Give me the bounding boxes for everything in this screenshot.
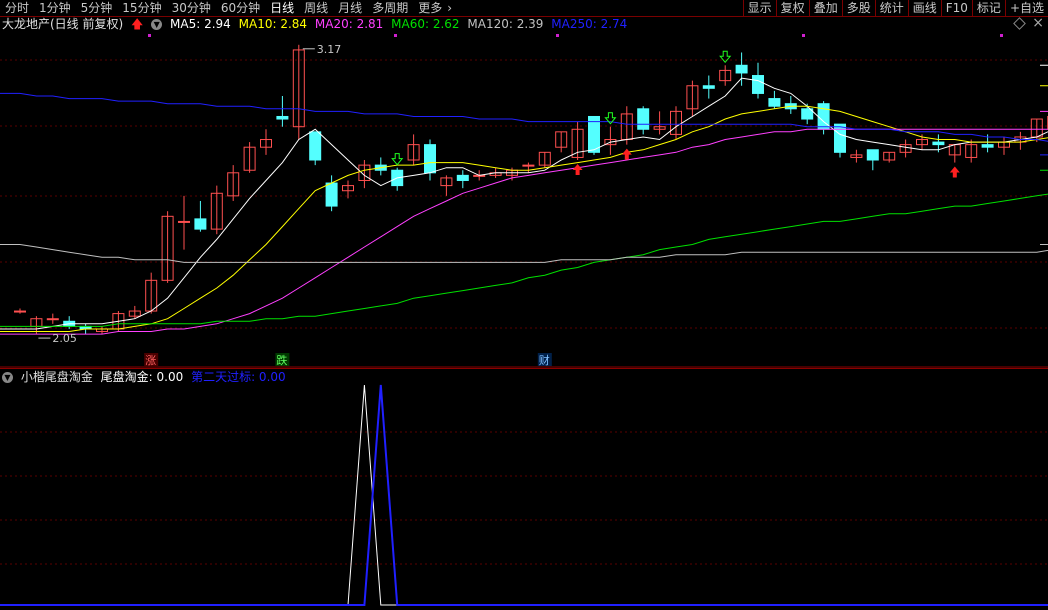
buy-arrow-icon	[621, 148, 632, 160]
event-dot	[802, 34, 805, 37]
candle-body-up	[178, 220, 190, 223]
candle-body-down	[981, 144, 994, 148]
candle-body-down	[637, 108, 650, 130]
ma-line-ma250	[0, 92, 1048, 156]
event-dot	[556, 34, 559, 37]
ma-line-ma120	[0, 244, 1048, 263]
candle-body-down	[768, 98, 781, 107]
signal-line-0	[0, 384, 1048, 606]
event-dot	[394, 34, 397, 37]
candle-body-up	[14, 310, 26, 313]
event-dot	[148, 34, 151, 37]
kline-chart[interactable]: 3.17 2.05 涨 跌 财	[0, 0, 1048, 610]
candle-body-down	[932, 141, 945, 146]
event-tag-tag_die: 跌	[276, 353, 287, 367]
candle-body-down	[752, 75, 764, 94]
candle-body-up	[522, 164, 535, 167]
candle-body-down	[424, 144, 436, 174]
event-tag-tag_cai: 财	[539, 353, 550, 367]
candle-body-down	[817, 103, 830, 130]
candle-body-down	[325, 182, 338, 207]
low-label: 2.05	[52, 332, 77, 345]
event-tag-tag_zhang: 涨	[145, 354, 156, 367]
event-dot	[1000, 34, 1003, 37]
sell-arrow-icon	[719, 50, 732, 64]
candle-body-down	[866, 149, 879, 161]
candle-body-down	[309, 131, 322, 161]
candle-body-down	[735, 64, 748, 74]
buy-arrow-icon	[572, 164, 583, 175]
candle-body-down	[276, 115, 289, 120]
sell-arrow-icon	[391, 153, 404, 166]
high-label: 3.17	[317, 43, 342, 56]
candle-body-down	[702, 85, 715, 89]
candle-body-down	[194, 218, 207, 230]
candle-body-down	[456, 174, 469, 181]
candle-body-down	[834, 123, 846, 153]
candle-body-up	[46, 318, 59, 321]
signal-line-1	[0, 384, 1048, 606]
buy-arrow-icon	[949, 166, 960, 178]
